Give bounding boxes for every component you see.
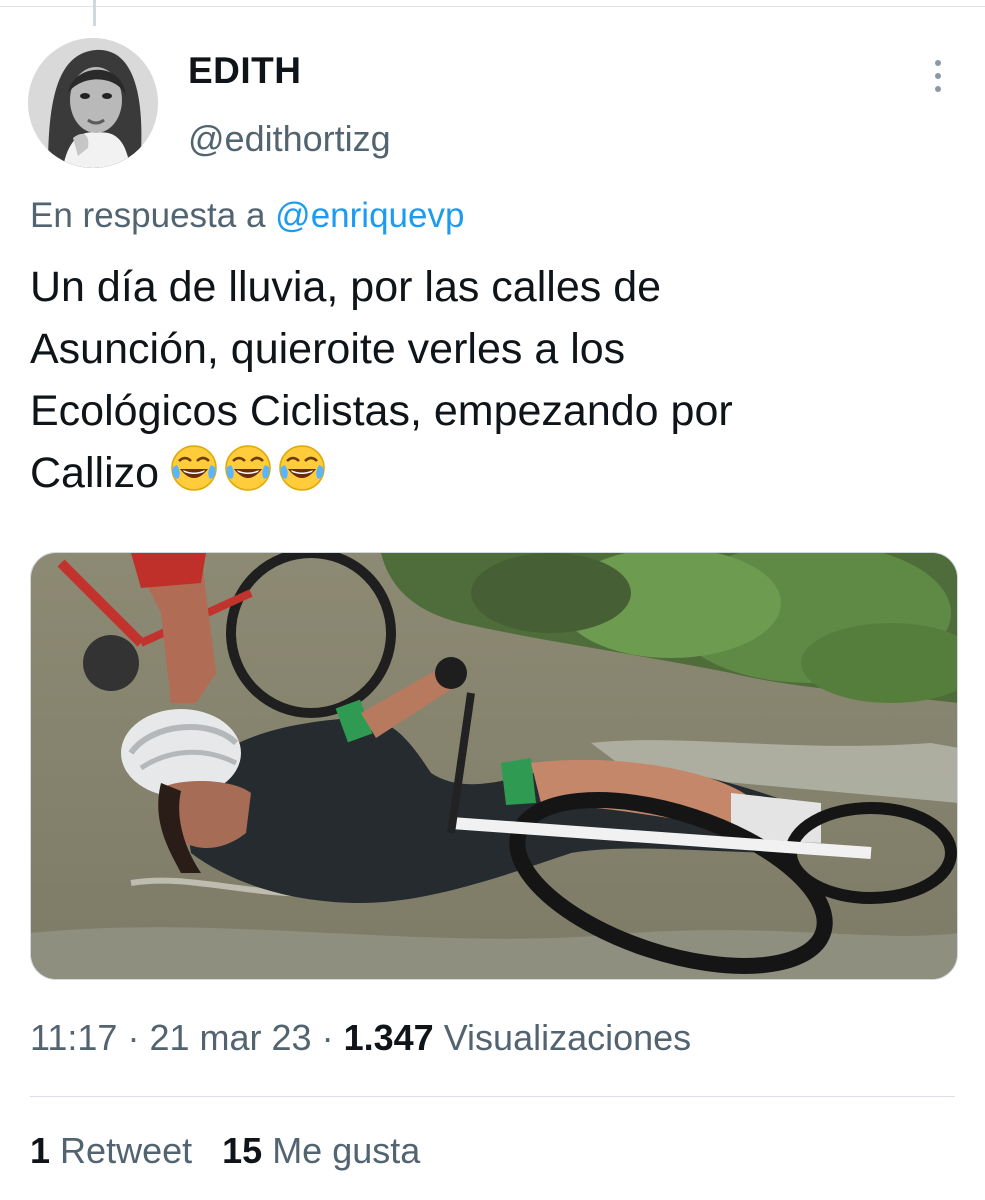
retweets-count: 1 xyxy=(30,1130,51,1171)
face-with-tears-of-joy-icon xyxy=(171,445,217,491)
thread-connector-line xyxy=(93,0,96,26)
author-handle[interactable]: @edithortizg xyxy=(188,118,391,160)
reply-prefix: En respuesta a xyxy=(30,196,266,235)
top-divider xyxy=(0,6,985,7)
reply-mention-link[interactable]: @enriquevp xyxy=(275,196,464,235)
retweets-label: Retweet xyxy=(60,1130,193,1171)
views-label: Visualizaciones xyxy=(443,1017,692,1058)
face-with-tears-of-joy-icon xyxy=(225,445,271,491)
tweet-text: Un día de lluvia, por las calles de Asun… xyxy=(30,256,955,504)
dot xyxy=(935,73,941,79)
more-options-icon[interactable] xyxy=(920,56,956,96)
author-name[interactable]: EDITH xyxy=(188,50,302,92)
separator: · xyxy=(321,1017,334,1058)
tweet-metadata: 11:17 · 21 mar 23 · 1.347 Visualizacione… xyxy=(30,1017,691,1059)
tweet-body: Un día de lluvia, por las calles de Asun… xyxy=(30,263,733,497)
likes-count: 15 xyxy=(222,1130,263,1171)
dot xyxy=(935,86,941,92)
views-count: 1.347 xyxy=(343,1017,434,1058)
likes-label: Me gusta xyxy=(272,1130,421,1171)
likes-link[interactable]: 15 Me gusta xyxy=(222,1130,420,1171)
retweets-link[interactable]: 1 Retweet xyxy=(30,1130,192,1171)
reply-context: En respuesta a @enriquevp xyxy=(30,196,464,236)
dot xyxy=(935,60,941,66)
avatar[interactable] xyxy=(28,38,158,168)
face-with-tears-of-joy-icon xyxy=(279,445,325,491)
tweet-date[interactable]: 21 mar 23 xyxy=(149,1017,311,1058)
engagement-stats: 1 Retweet 15 Me gusta xyxy=(30,1130,420,1172)
tweet-time[interactable]: 11:17 xyxy=(30,1017,117,1058)
separator: · xyxy=(127,1017,140,1058)
stats-divider xyxy=(30,1096,955,1097)
tweet-photo[interactable] xyxy=(30,552,958,980)
emoji-group xyxy=(169,443,327,493)
